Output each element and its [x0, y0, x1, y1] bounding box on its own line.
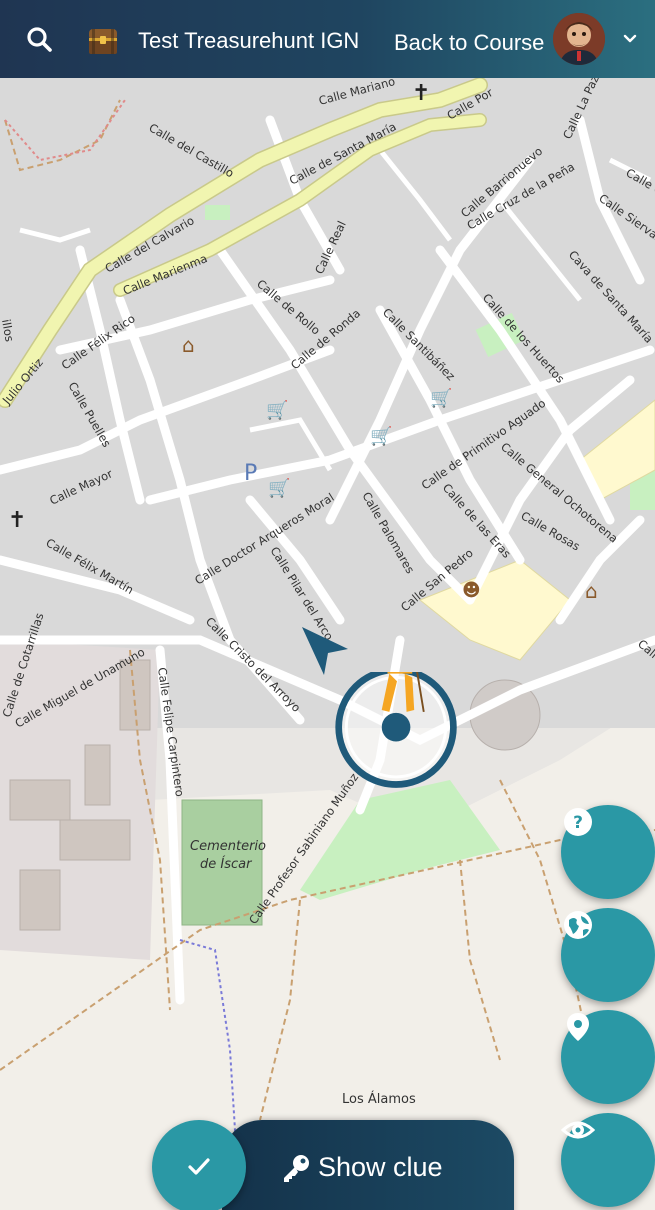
- globe-icon: [564, 911, 592, 939]
- show-clue-button[interactable]: Show clue: [222, 1120, 514, 1210]
- street-label: illos: [0, 318, 17, 343]
- key-icon: [284, 1155, 309, 1182]
- svg-text:P: P: [244, 461, 257, 486]
- svg-text:🛒: 🛒: [266, 399, 288, 421]
- eye-icon: [561, 1121, 595, 1139]
- svg-text:🛒: 🛒: [430, 387, 452, 409]
- location-button[interactable]: [561, 1010, 655, 1104]
- cemetery-label: Cementerio: [190, 839, 266, 854]
- app-header: Test Treasurehunt IGN Back to Course: [0, 0, 655, 78]
- player-marker: [335, 672, 457, 788]
- show-clue-label: Show clue: [318, 1152, 443, 1182]
- svg-text:✝: ✝: [412, 81, 430, 106]
- check-icon: [188, 1158, 210, 1175]
- svg-text:☻: ☻: [462, 580, 481, 601]
- svg-text:⌂: ⌂: [182, 333, 195, 357]
- svg-text:🛒: 🛒: [268, 477, 290, 499]
- treasure-chest-icon: [89, 29, 117, 54]
- globe-button[interactable]: [561, 908, 655, 1002]
- map-view[interactable]: ✝ ✝ ⌂ ⌂ ☻ P 🛒 🛒 🛒 🛒 Calle Mariano Calle …: [0, 78, 655, 1210]
- chevron-down-icon[interactable]: [620, 28, 640, 48]
- svg-text:⌂: ⌂: [585, 579, 598, 603]
- confirm-button[interactable]: [152, 1120, 246, 1210]
- help-button[interactable]: ?: [561, 805, 655, 899]
- area-label: Los Álamos: [342, 1091, 416, 1107]
- user-avatar[interactable]: [553, 13, 605, 65]
- visibility-button[interactable]: [561, 1113, 655, 1207]
- location-pin-icon: [567, 1013, 589, 1041]
- cemetery-label: de Íscar: [200, 856, 253, 872]
- svg-text:🛒: 🛒: [370, 425, 392, 447]
- search-icon[interactable]: [24, 24, 56, 56]
- svg-text:✝: ✝: [8, 508, 26, 533]
- back-to-course-link[interactable]: Back to Course: [394, 30, 544, 56]
- help-icon: ?: [564, 808, 592, 836]
- course-title: Test Treasurehunt IGN: [138, 28, 360, 53]
- svg-text:?: ?: [573, 813, 583, 833]
